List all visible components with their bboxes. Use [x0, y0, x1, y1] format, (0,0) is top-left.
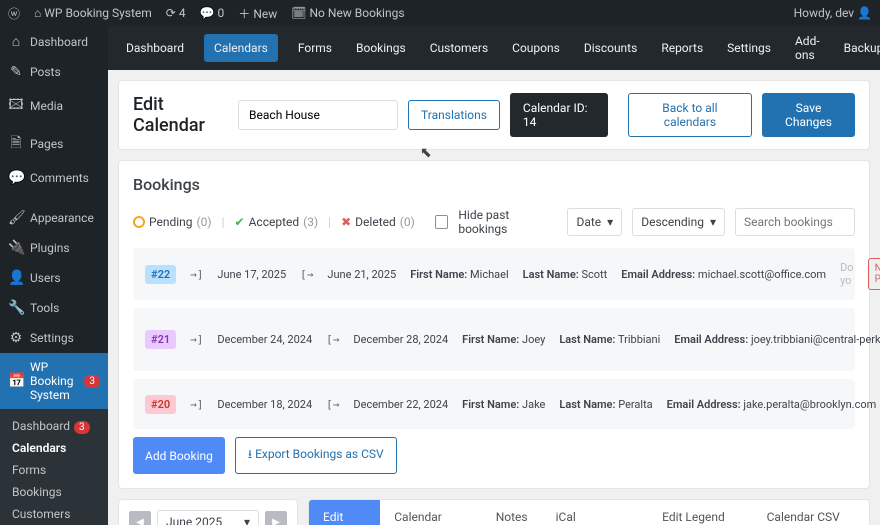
- sidebar-sub-item[interactable]: Bookings: [0, 481, 108, 503]
- checkout-date: June 21, 2025: [327, 268, 396, 281]
- checkout-date: December 28, 2024: [353, 333, 448, 346]
- howdy-user[interactable]: Howdy, dev 👤: [794, 6, 872, 20]
- editor-tab[interactable]: Calendar CSV Export: [753, 500, 869, 525]
- comments-bubble[interactable]: 💬0: [200, 6, 225, 20]
- sidebar-item[interactable]: 🖾Media: [0, 87, 108, 125]
- sidebar-sub-item[interactable]: Customers: [0, 503, 108, 525]
- sidebar-item[interactable]: 🔧Tools: [0, 293, 108, 323]
- topnav-item[interactable]: Forms: [294, 27, 336, 69]
- editor-tab[interactable]: Edit Legend Items: [648, 500, 753, 525]
- booking-id-badge: #20: [145, 395, 176, 414]
- site-home[interactable]: ⌂WP Booking System: [34, 6, 152, 20]
- editor-tab[interactable]: Edit Dates: [309, 500, 380, 525]
- topnav-item[interactable]: Add-ons: [791, 26, 824, 76]
- checkin-date: December 24, 2024: [217, 333, 312, 346]
- sidebar-item[interactable]: ⌂Dashboard: [0, 26, 108, 57]
- sidebar-sub-item[interactable]: Forms: [0, 459, 108, 481]
- email: Email Address: jake.peralta@brooklyn.com: [667, 398, 877, 411]
- sidebar-item[interactable]: 💬Comments: [0, 163, 108, 193]
- topnav-item[interactable]: Dashboard: [122, 27, 188, 69]
- cal-prev-button[interactable]: ◀: [129, 511, 151, 525]
- updates[interactable]: ⟳4: [166, 6, 186, 20]
- checkout-date: December 22, 2024: [353, 398, 448, 411]
- filter-accepted[interactable]: ✔Accepted (3): [235, 215, 319, 229]
- booking-id-badge: #21: [145, 330, 176, 349]
- translations-button[interactable]: Translations: [408, 100, 500, 130]
- filter-deleted[interactable]: ✖Deleted (0): [341, 215, 415, 229]
- last-name: Last Name: Scott: [523, 268, 608, 281]
- topnav-item[interactable]: Calendars: [204, 34, 278, 62]
- add-booking-button[interactable]: Add Booking: [133, 437, 225, 474]
- topnav-item[interactable]: Bookings: [352, 27, 410, 69]
- chevron-down-icon: ▾: [607, 215, 613, 229]
- first-name: First Name: Joey: [462, 333, 545, 346]
- topnav-item[interactable]: Discounts: [580, 27, 641, 69]
- email: Email Address: joey.tribbiani@central-pe…: [674, 333, 880, 346]
- sidebar-item[interactable]: ⚙Settings: [0, 323, 108, 353]
- chevron-down-icon: ▾: [244, 515, 250, 525]
- topnav-item[interactable]: Backup/Restore: [840, 27, 880, 69]
- new-content[interactable]: ＋New: [238, 5, 277, 22]
- last-name: Last Name: Peralta: [559, 398, 652, 411]
- topnav-item[interactable]: Reports: [657, 27, 707, 69]
- checkin-date: December 18, 2024: [217, 398, 312, 411]
- booking-row[interactable]: #21 →] December 24, 2024 [→ December 28,…: [133, 308, 855, 371]
- wp-logo-icon[interactable]: ⓦ: [8, 5, 20, 22]
- sort-field-select[interactable]: Date▾: [567, 208, 622, 236]
- checkin-icon: →]: [190, 268, 203, 281]
- sidebar-item[interactable]: 🔌Plugins: [0, 233, 108, 263]
- calendar-name-input[interactable]: [238, 100, 398, 130]
- page-title: Edit Calendar: [133, 94, 228, 136]
- checkin-date: June 17, 2025: [217, 268, 286, 281]
- checkout-icon: [→: [326, 398, 339, 411]
- payment-status-tag: Not Paid: [868, 258, 880, 290]
- checkin-icon: →]: [190, 333, 203, 346]
- booking-row[interactable]: #20 →] December 18, 2024 [→ December 22,…: [133, 379, 855, 429]
- editor-tab[interactable]: iCal Import/Export: [542, 500, 649, 525]
- checkout-icon: [→: [326, 333, 339, 346]
- calendar-id-badge: Calendar ID: 14: [510, 93, 608, 137]
- sidebar-sub-item[interactable]: Calendars: [0, 437, 108, 459]
- booking-id-badge: #22: [145, 265, 176, 284]
- sort-dir-select[interactable]: Descending▾: [632, 208, 725, 236]
- bookings-heading: Bookings: [133, 175, 855, 194]
- export-bookings-button[interactable]: ⭳ Export Bookings as CSV: [235, 437, 397, 474]
- cal-month-select[interactable]: June 2025▾: [157, 510, 259, 525]
- first-name: First Name: Michael: [410, 268, 508, 281]
- plugin-top-nav: Dashboard Calendars Forms Bookings Customers…: [108, 26, 880, 70]
- topnav-item[interactable]: Coupons: [508, 27, 564, 69]
- booking-row[interactable]: #22 →] June 17, 2025 [→ June 21, 2025 Fi…: [133, 248, 855, 300]
- editor-tab[interactable]: Calendar Options: [380, 500, 481, 525]
- checkout-icon: [→: [300, 268, 313, 281]
- editor-tab[interactable]: Notes: [482, 500, 542, 525]
- overflow-text: Do yo: [840, 261, 854, 287]
- sidebar-item[interactable]: 📅WP Booking System3: [0, 353, 108, 409]
- sidebar-item[interactable]: 👤Users: [0, 263, 108, 293]
- sidebar-sub-item[interactable]: Dashboard3: [0, 415, 108, 437]
- sidebar-item[interactable]: ✎Posts: [0, 57, 108, 87]
- first-name: First Name: Jake: [462, 398, 545, 411]
- no-new-bookings[interactable]: 🗓No New Bookings: [291, 6, 404, 20]
- last-name: Last Name: Tribbiani: [559, 333, 660, 346]
- search-bookings-input[interactable]: [735, 208, 855, 236]
- checkin-icon: →]: [190, 398, 203, 411]
- back-button[interactable]: Back to all calendars: [628, 93, 752, 137]
- filter-pending[interactable]: Pending (0): [133, 215, 212, 229]
- cal-next-button[interactable]: ▶: [265, 511, 287, 525]
- admin-sidebar: ⌂Dashboard✎Posts🖾Media🗎Pages💬Comments 🖌Ap…: [0, 26, 108, 525]
- sidebar-item[interactable]: 🖌Appearance: [0, 203, 108, 233]
- topnav-item[interactable]: Customers: [426, 27, 492, 69]
- hide-past-checkbox[interactable]: [435, 215, 449, 229]
- save-button[interactable]: Save Changes: [762, 93, 855, 137]
- topnav-item[interactable]: Settings: [723, 27, 775, 69]
- chevron-down-icon: ▾: [710, 215, 716, 229]
- email: Email Address: michael.scott@office.com: [621, 268, 826, 281]
- sidebar-item[interactable]: 🗎Pages: [0, 125, 108, 163]
- hide-past-label: Hide past bookings: [458, 208, 557, 236]
